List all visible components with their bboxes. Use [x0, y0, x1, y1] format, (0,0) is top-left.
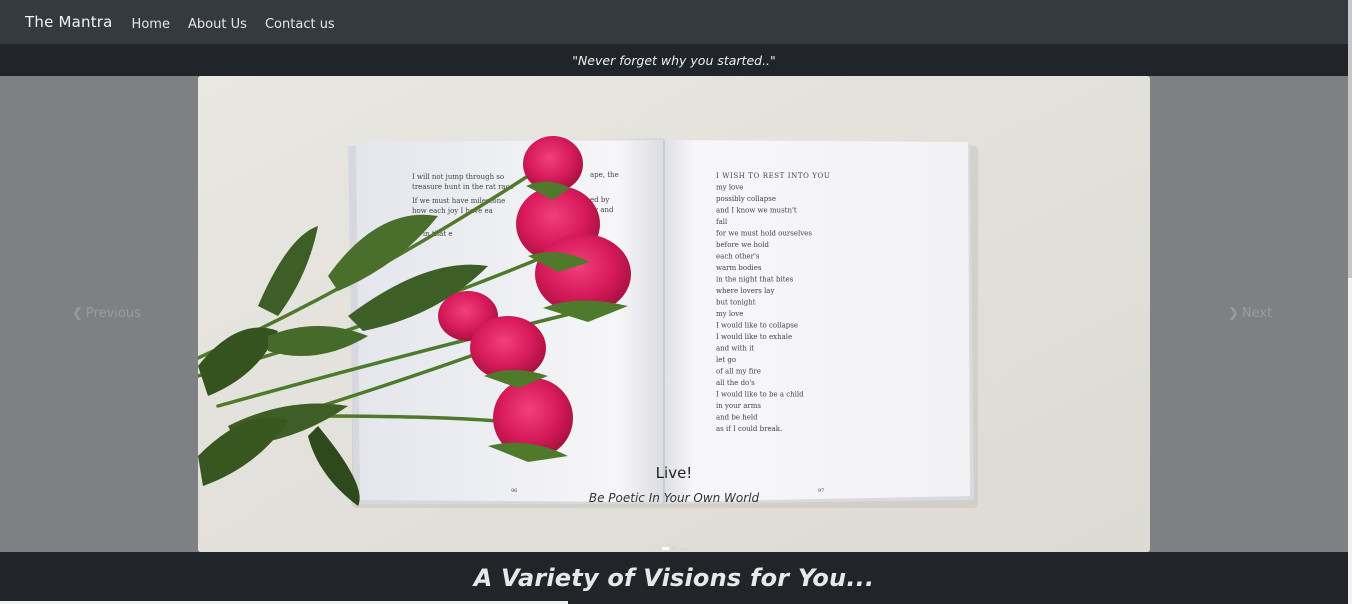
svg-text:all the do's: all the do's: [716, 379, 755, 387]
section-title: A Variety of Visions for You...: [473, 564, 875, 592]
brand-logo[interactable]: The Mantra: [25, 13, 113, 31]
svg-text:I will not jump through so: I will not jump through so: [412, 173, 504, 181]
carousel-caption-subtitle: Be Poetic In Your Own World: [588, 491, 760, 505]
nav-links: Home About Us Contact us: [132, 13, 348, 32]
svg-text:possibly collapse: possibly collapse: [716, 195, 776, 203]
carousel-indicator-1[interactable]: [662, 547, 669, 550]
nav-home[interactable]: Home: [132, 17, 170, 32]
svg-text:where lovers lay: where lovers lay: [716, 287, 774, 295]
nav-contact-us[interactable]: Contact us: [265, 17, 335, 32]
svg-text:and I know we mustn't: and I know we mustn't: [716, 207, 797, 215]
carousel-next-button[interactable]: ❯ Next: [1228, 306, 1272, 321]
carousel-prev-label: Previous: [85, 306, 141, 321]
svg-text:in the night that bites: in the night that bites: [716, 276, 794, 284]
svg-text:but tonight: but tonight: [716, 299, 756, 307]
quote-banner: "Never forget why you started..": [0, 44, 1348, 76]
svg-text:before we hold: before we hold: [716, 241, 769, 249]
carousel-next-label: Next: [1241, 306, 1273, 321]
svg-text:each other's: each other's: [716, 253, 760, 261]
carousel-slide: I will not jump through so treasure hunt…: [198, 76, 1150, 552]
svg-text:of all my fire: of all my fire: [716, 368, 761, 376]
svg-text:how each joy I have ea: how each joy I have ea: [412, 207, 493, 215]
carousel-indicators: [662, 547, 687, 550]
carousel: ❮ Previous I will not jump through so tr…: [0, 76, 1348, 552]
svg-text:for we must hold ourselves: for we must hold ourselves: [716, 230, 812, 238]
svg-text:and with it: and with it: [716, 345, 754, 353]
chevron-left-icon: ❮: [72, 306, 83, 321]
svg-text:fall: fall: [716, 218, 728, 226]
carousel-indicator-3[interactable]: [680, 547, 687, 550]
svg-text:ape, the: ape, the: [590, 171, 619, 179]
svg-text:I would like to exhale: I would like to exhale: [716, 333, 792, 341]
svg-text:as if I could break.: as if I could break.: [716, 425, 782, 433]
svg-text:I would like to collapse: I would like to collapse: [716, 322, 798, 330]
svg-text:let go: let go: [716, 356, 736, 364]
svg-text:I would like to be a child: I would like to be a child: [716, 391, 804, 399]
svg-text:my love: my love: [716, 310, 743, 318]
svg-text:and be held: and be held: [716, 414, 758, 422]
nav-about-us[interactable]: About Us: [188, 17, 247, 32]
navbar: The Mantra Home About Us Contact us: [0, 0, 1348, 44]
svg-text:ed by: ed by: [590, 196, 609, 204]
chevron-right-icon: ❯: [1228, 306, 1239, 321]
carousel-prev-button[interactable]: ❮ Previous: [72, 306, 141, 321]
svg-text:in your arms: in your arms: [716, 402, 761, 410]
scrollbar-thumb[interactable]: [1348, 0, 1352, 278]
carousel-caption-title: Live!: [655, 464, 693, 482]
svg-text:warm bodies: warm bodies: [716, 264, 762, 272]
svg-text:I WISH TO REST INTO YOU: I WISH TO REST INTO YOU: [716, 172, 830, 180]
svg-text:my love: my love: [716, 184, 743, 192]
svg-text:treasure hunt in the rat race: treasure hunt in the rat race: [412, 183, 514, 191]
carousel-indicator-2[interactable]: [671, 547, 678, 550]
